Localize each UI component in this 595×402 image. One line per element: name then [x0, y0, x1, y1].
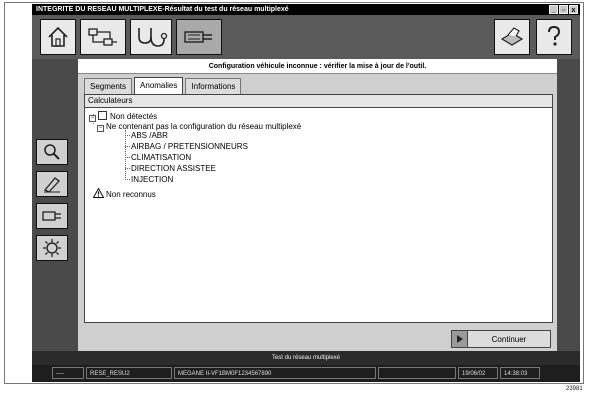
tree-item[interactable]: CLIMATISATION [131, 153, 191, 163]
zoom-button[interactable] [36, 139, 68, 165]
warning-icon [92, 187, 105, 198]
maximize-button[interactable]: ▫ [559, 5, 568, 14]
status-date: 19/06/02 [458, 367, 498, 379]
close-button[interactable]: x [569, 5, 578, 14]
home-icon [48, 26, 68, 47]
right-strip [557, 59, 580, 351]
tree-line [125, 168, 130, 169]
window-titlebar: INTEGRITE DU RESEAU MULTIPLEXE-Résultat … [32, 4, 580, 15]
status-field: ---- [52, 367, 84, 379]
tree-item-label: DIRECTION ASSISTEE [131, 164, 216, 173]
gear-icon [43, 239, 61, 257]
left-toolbar [32, 59, 78, 351]
not-detected-label: Non détectés [110, 112, 158, 121]
tree-item[interactable]: DIRECTION ASSISTEE [131, 164, 216, 174]
pen-icon [43, 177, 60, 193]
panel-header: Calculateurs [85, 95, 552, 108]
tree-line [125, 135, 130, 136]
tree-item-label: INJECTION [131, 175, 174, 184]
stethoscope-icon [138, 28, 168, 47]
magnifier-icon [44, 144, 60, 160]
unrecognized-label: Non reconnus [106, 190, 156, 199]
help-button[interactable] [536, 19, 572, 55]
multiplex-test-button[interactable] [130, 19, 172, 55]
warning-message: Configuration véhicule inconnue : vérifi… [78, 59, 557, 74]
status-title: Test du réseau multiplexé [32, 351, 580, 365]
status-field: MEGANE II-VF1BM0F1234567890 [174, 367, 376, 379]
continue-label: Continuer [491, 334, 527, 344]
arrow-right-icon [452, 331, 468, 347]
status-time: 14:38:03 [500, 367, 540, 379]
tree-line [125, 130, 126, 180]
tree-line [125, 179, 130, 180]
figure-number: 23981 [566, 386, 583, 392]
collapse-icon[interactable]: − [97, 125, 104, 132]
status-bar: ---- RESE_RESU2 MEGANE II-VF1BM0F1234567… [32, 365, 580, 382]
tree-item[interactable]: AIRBAG / PRETENSIONNEURS [131, 142, 248, 152]
continue-button[interactable]: Continuer [451, 330, 551, 348]
connector-button[interactable] [176, 19, 222, 55]
tree-item[interactable]: ABS /ABR [131, 131, 168, 141]
tab-informations[interactable]: Informations [185, 78, 242, 94]
status-field: RESE_RESU2 [86, 367, 172, 379]
help-icon [548, 25, 561, 46]
tree-node-group[interactable]: − Ne contenant pas la configuration du ré… [97, 122, 301, 132]
tree-item-label: ABS /ABR [131, 131, 168, 140]
network-icon [88, 28, 117, 46]
tab-anomalies[interactable]: Anomalies [134, 77, 184, 94]
group-label: Ne contenant pas la configuration du rés… [106, 122, 302, 131]
tree-item-label: AIRBAG / PRETENSIONNEURS [131, 142, 248, 151]
print-button[interactable] [494, 19, 530, 55]
tree-node-unrecognized[interactable]: Non reconnus [92, 187, 156, 200]
tree-line [125, 146, 130, 147]
tree-node-not-detected[interactable]: − Non détectés [89, 111, 157, 122]
status-field [378, 367, 456, 379]
tree-item[interactable]: INJECTION [131, 175, 173, 185]
home-button[interactable] [40, 19, 76, 55]
printer-icon [500, 27, 524, 46]
anomalies-panel: Calculateurs − Non détectés − Ne contenant… [84, 94, 553, 323]
main-content: Configuration véhicule inconnue : vérifi… [78, 59, 557, 351]
edit-button[interactable] [36, 171, 68, 197]
minimize-button[interactable]: _ [549, 5, 558, 14]
window-title: INTEGRITE DU RESEAU MULTIPLEXE-Résultat … [36, 6, 289, 13]
tree-item-label: CLIMATISATION [131, 153, 192, 162]
tab-segments[interactable]: Segments [84, 78, 133, 94]
settings-side-button[interactable] [36, 235, 68, 261]
top-toolbar [32, 15, 580, 59]
plug-icon [42, 211, 61, 221]
window-controls: _ ▫ x [549, 5, 578, 14]
tab-bar: Segments Anomalies Informations [84, 77, 243, 94]
network-button[interactable] [80, 19, 126, 55]
tree-line [125, 157, 130, 158]
collapse-icon[interactable]: − [89, 115, 96, 122]
connector-side-button[interactable] [36, 203, 68, 229]
connector-icon [184, 31, 212, 43]
checkbox-not-detected[interactable] [98, 111, 107, 120]
